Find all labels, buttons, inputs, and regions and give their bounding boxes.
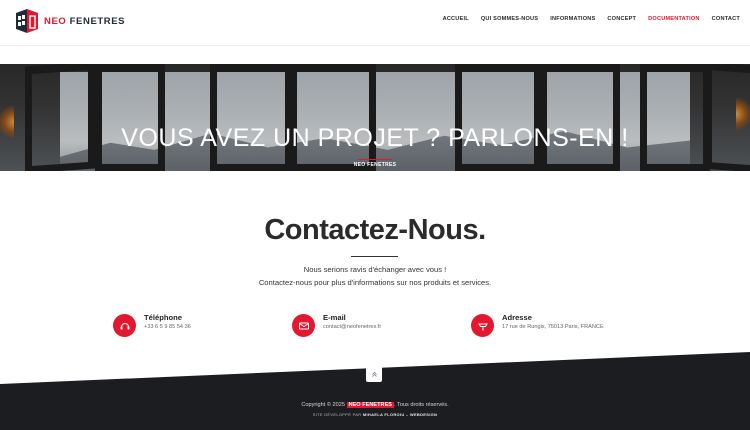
copyright-brand[interactable]: NEO FENETRES <box>346 402 395 408</box>
copyright: Copyright © 2025 NEO FENETRES. Tous droi… <box>0 402 750 408</box>
phone-icon <box>113 314 136 337</box>
nav-concept[interactable]: CONCEPT <box>607 16 636 22</box>
phone-value[interactable]: +33 6 5 9 85 54 36 <box>144 324 191 330</box>
phone-label: Téléphone <box>144 313 182 322</box>
site-footer <box>0 352 750 430</box>
copyright-suffix: . Tous droits réservés. <box>394 402 449 408</box>
contact-address: Adresse 17 rue de Rungis, 75013 Paris, F… <box>471 313 651 341</box>
intro-line-2: Contactez-nous pour plus d'informations … <box>258 278 492 287</box>
hero-banner: VOUS AVEZ UN PROJET ? PARLONS-EN ! NEO F… <box>0 64 750 171</box>
address-value: 17 rue de Rungis, 75013 Paris, FRANCE <box>502 324 604 330</box>
email-value[interactable]: contact@neofenetres.fr <box>323 324 381 330</box>
logo[interactable]: NEO FENETRES <box>14 7 125 35</box>
dev-prefix: SITE DÉVELOPPÉ PAR <box>312 412 362 417</box>
copyright-prefix: Copyright © 2025 <box>301 402 345 408</box>
breadcrumb[interactable]: NEO FENETRES <box>0 162 750 168</box>
logo-neo: NEO <box>44 16 67 27</box>
main-nav: ACCUEIL QUI SOMMES-NOUS INFORMATIONS CON… <box>443 16 740 22</box>
intro-line-1: Nous serions ravis d'échanger avec vous … <box>303 265 447 274</box>
developer-credit: SITE DÉVELOPPÉ PAR MIHAELA FLOROIU – WEB… <box>0 412 750 417</box>
hero-underline <box>358 159 392 160</box>
chevron-up-icon <box>371 371 377 377</box>
title-divider <box>351 256 398 257</box>
address-label: Adresse <box>502 313 532 322</box>
nav-informations[interactable]: INFORMATIONS <box>550 16 595 22</box>
mail-icon <box>292 314 315 337</box>
site-header: NEO FENETRES ACCUEIL QUI SOMMES-NOUS INF… <box>0 0 750 46</box>
contact-phone: Téléphone +33 6 5 9 85 54 36 <box>113 313 273 341</box>
email-label: E-mail <box>323 313 346 322</box>
contact-email: E-mail contact@neofenetres.fr <box>292 313 452 341</box>
contact-title: Contactez-Nous. <box>264 214 486 246</box>
nav-qui-sommes-nous[interactable]: QUI SOMMES-NOUS <box>481 16 538 22</box>
nav-contact[interactable]: CONTACT <box>712 16 740 22</box>
logo-icon <box>16 9 38 33</box>
dev-name[interactable]: MIHAELA FLOROIU – WEBDESIGN <box>363 412 437 417</box>
nav-documentation[interactable]: DOCUMENTATION <box>648 16 700 22</box>
logo-fenetres: FENETRES <box>69 16 126 27</box>
nav-accueil[interactable]: ACCUEIL <box>443 16 469 22</box>
hero-overlay <box>0 64 750 171</box>
location-icon <box>471 314 494 337</box>
hero-title: VOUS AVEZ UN PROJET ? PARLONS-EN ! <box>121 124 629 152</box>
scroll-top-button[interactable] <box>366 366 382 382</box>
logo-text: NEO FENETRES <box>44 16 125 27</box>
page: NEO FENETRES ACCUEIL QUI SOMMES-NOUS INF… <box>0 0 750 430</box>
